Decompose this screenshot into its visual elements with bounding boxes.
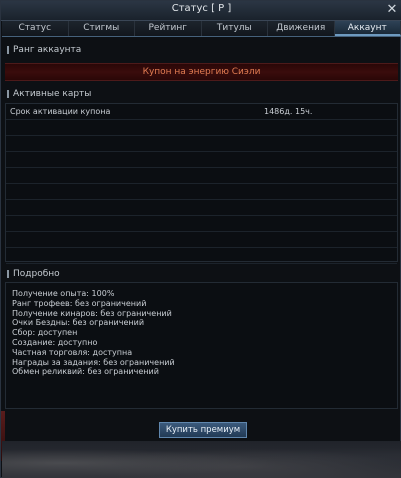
card-duration: 1486д. 15ч. [264,107,313,116]
empty-card-row [6,168,397,184]
tab-6[interactable]: Аккаунт [334,21,401,36]
active-cards-list: Срок активации купона 1486д. 15ч. [5,103,398,264]
detail-line: Получение опыта: 100% [12,289,115,298]
detail-line: Обмен реликвий: без ограничений [12,367,159,377]
buy-premium-button[interactable]: Купить премиум [159,422,247,438]
card-row[interactable]: Срок активации купона 1486д. 15ч. [6,104,397,120]
detail-line: Сбор: доступен [12,328,78,338]
title-bar[interactable]: Статус [ P ] ✕ [1,1,401,21]
empty-card-row [6,136,397,152]
detail-line: Частная торговля: доступна [12,347,133,357]
account-rank-value: Купон на энергию Сиэли [5,63,398,81]
status-window: Статус [ P ] ✕ Статус Стигмы Рейтинг Титулы… [0,0,401,478]
empty-card-row [6,184,397,200]
tab-bar: Статус Стигмы Рейтинг Титулы Движения Аккаунт [2,21,401,37]
background-scenery [2,441,401,478]
empty-card-row [6,200,397,216]
window-title: Статус [ P ] [171,3,232,14]
detail-line: Получение кинаров: без ограничений [12,308,172,318]
empty-card-row [6,216,397,232]
empty-card-row [6,248,397,264]
detail-line: Создание: доступно [12,337,98,347]
tab-3[interactable]: Рейтинг [135,21,202,36]
details-list: Получение опыта: 100% Ранг трофеев: без о… [5,282,398,409]
rank-section-heading: Ранг аккаунта [5,43,398,57]
detail-line: Ранг трофеев: без ограничений [12,298,147,308]
tab-1[interactable]: Статус [2,21,69,36]
card-name: Срок активации купона [10,107,111,116]
empty-card-row [6,152,397,168]
empty-card-row [6,120,397,136]
tab-4[interactable]: Титулы [201,21,268,36]
empty-card-row [6,232,397,248]
tab-5[interactable]: Движения [268,21,335,36]
cards-section-heading: Активные карты [5,87,398,101]
close-icon[interactable]: ✕ [385,1,399,19]
details-section-heading: Подробно [5,267,398,281]
detail-line: Награды за задания: без ограничений [12,357,175,367]
tab-2[interactable]: Стигмы [68,21,135,36]
detail-line: Очки Бездны: без ограничений [12,318,145,328]
